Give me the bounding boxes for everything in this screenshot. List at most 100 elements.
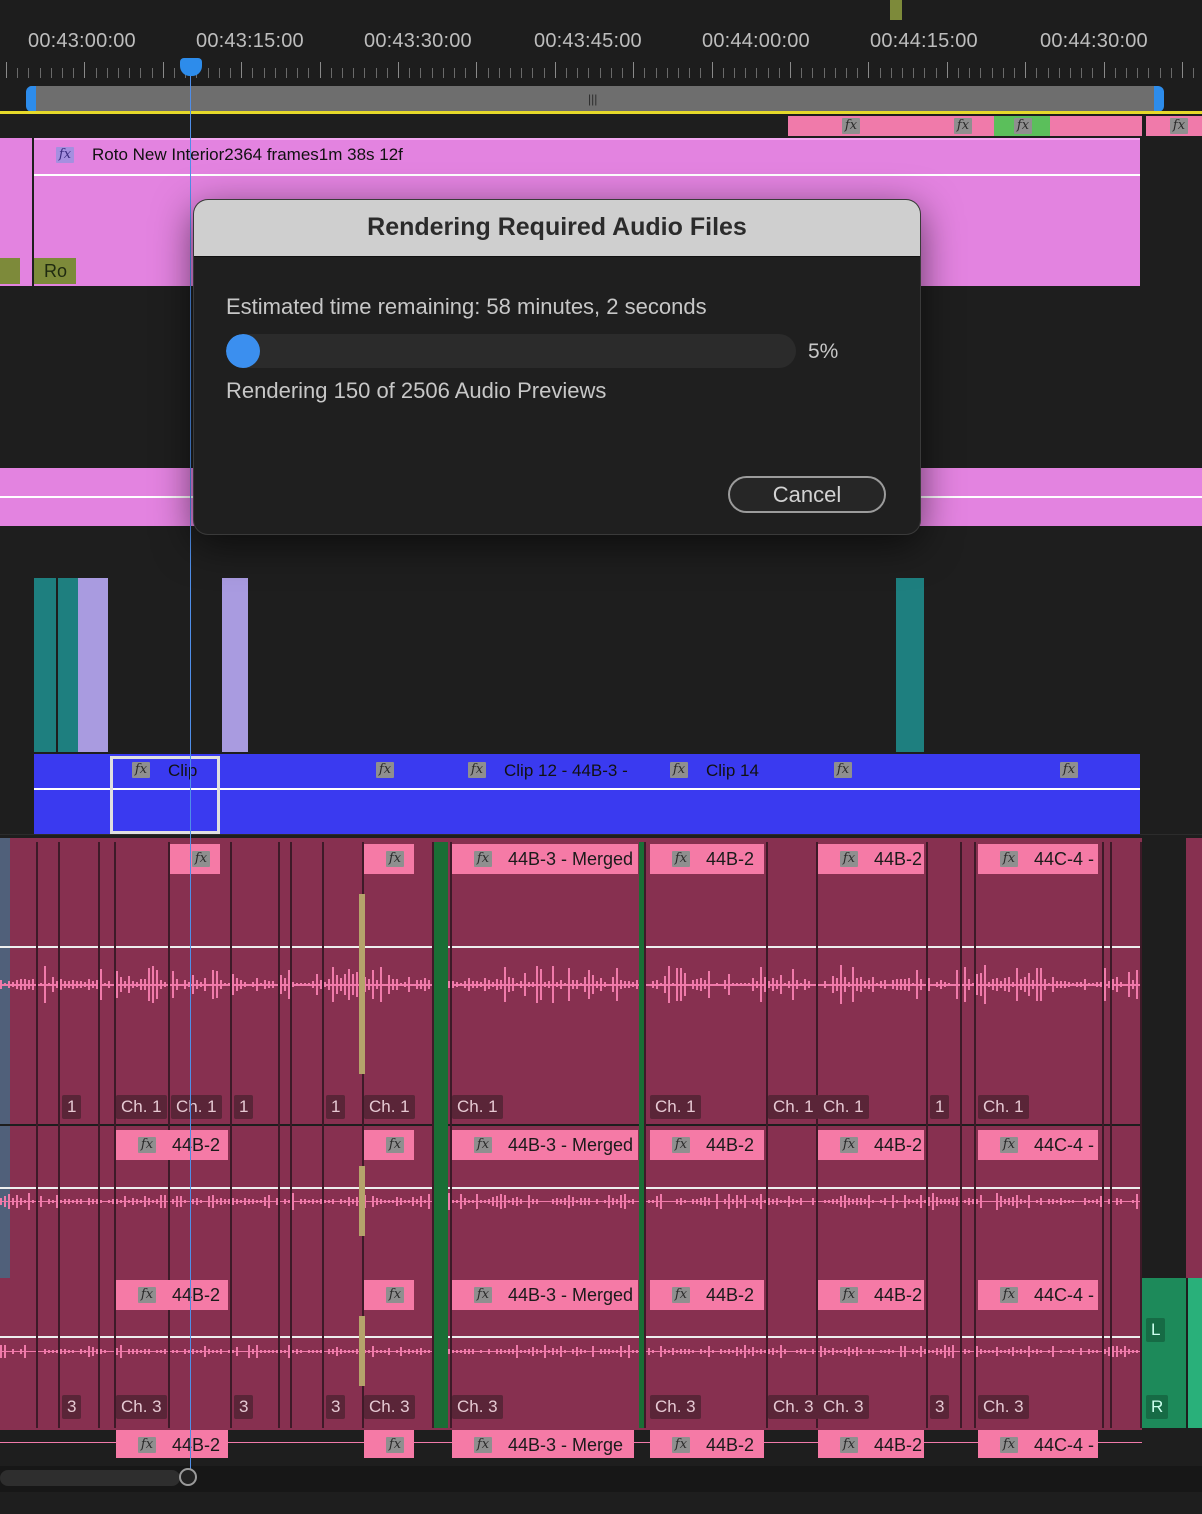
teal-clip[interactable] <box>896 578 924 752</box>
lavender-clip[interactable] <box>78 578 108 752</box>
waveform-peak <box>708 1198 710 1205</box>
transition-marker[interactable] <box>359 1166 365 1236</box>
small-clip-label: Ro <box>44 261 68 281</box>
waveform-peak <box>744 983 746 986</box>
waveform-peak <box>0 1198 2 1205</box>
audio-clip-label: fx 44B-3 - Merged <box>452 844 638 874</box>
audio-clip-label: fx 44B-2 <box>650 1280 764 1310</box>
waveform-peak <box>196 980 198 989</box>
work-area-in-handle[interactable] <box>26 86 36 112</box>
waveform-peak <box>540 1350 542 1353</box>
waveform-peak <box>520 1199 522 1204</box>
waveform-peak <box>4 1345 6 1358</box>
clip-segment[interactable] <box>0 258 20 284</box>
waveform-peak <box>64 1349 66 1354</box>
selected-clip[interactable] <box>110 756 220 834</box>
green-transition[interactable] <box>434 842 448 1428</box>
waveform-peak <box>868 980 870 989</box>
clip-edge[interactable] <box>644 842 646 1428</box>
waveform-peak <box>1124 1346 1126 1357</box>
transition-marker[interactable] <box>359 1316 365 1386</box>
ruler-tick <box>622 68 623 78</box>
waveform-peak <box>272 981 274 988</box>
waveform-peak <box>380 1199 382 1204</box>
waveform-peak <box>888 1349 890 1354</box>
waveform-peak <box>480 982 482 987</box>
time-ruler[interactable]: 00:43:00:00 00:43:15:00 00:43:30:00 00:4… <box>0 0 1202 86</box>
waveform-peak <box>692 980 694 989</box>
waveform-peak <box>956 1197 958 1206</box>
waveform-peak <box>884 1350 886 1353</box>
clip-edge[interactable] <box>36 842 38 1428</box>
cancel-button[interactable]: Cancel <box>728 476 886 513</box>
waveform-peak <box>84 982 86 987</box>
ruler-tick <box>913 68 914 78</box>
waveform-peak <box>464 1198 466 1205</box>
waveform-peak <box>20 1349 22 1354</box>
waveform-peak <box>160 1350 162 1353</box>
clip-edge[interactable] <box>926 842 928 1428</box>
waveform-peak <box>516 983 518 986</box>
ruler-tick <box>163 62 164 78</box>
waveform-peak <box>296 1349 298 1354</box>
waveform-peak <box>872 1349 874 1354</box>
waveform-peak <box>264 1350 266 1353</box>
clip-edge[interactable] <box>1140 842 1142 1428</box>
waveform-peak <box>204 978 206 991</box>
playhead-line[interactable] <box>190 62 191 1482</box>
waveform-peak <box>648 1348 650 1355</box>
teal-clip[interactable] <box>58 578 78 752</box>
lavender-clip[interactable] <box>222 578 248 752</box>
transition-marker[interactable] <box>359 894 365 1074</box>
waveform-peak <box>692 1199 694 1204</box>
waveform-peak <box>536 1349 538 1354</box>
clip-edge[interactable] <box>766 842 768 1428</box>
audio-clip-green[interactable] <box>1188 1278 1202 1428</box>
waveform-peak <box>316 1350 318 1353</box>
clip-edge[interactable] <box>278 842 280 1428</box>
waveform-peak <box>604 1200 606 1203</box>
ruler-tick <box>1126 68 1127 78</box>
scrollbar-thumb[interactable] <box>0 1470 180 1486</box>
playhead-handle[interactable] <box>180 58 202 76</box>
waveform-peak <box>564 1350 566 1353</box>
clip-edge[interactable] <box>1110 842 1112 1428</box>
waveform-peak <box>1020 979 1022 990</box>
waveform-peak <box>12 1349 14 1354</box>
audio-clip-left-edge[interactable] <box>0 838 10 1278</box>
teal-clip[interactable] <box>34 578 56 752</box>
grip-icon[interactable]: ||| <box>588 92 597 106</box>
ruler-tick <box>689 68 690 78</box>
waveform-peak <box>632 982 634 987</box>
waveform-peak <box>340 1349 342 1354</box>
ruler-tick <box>208 68 209 78</box>
audio-clip[interactable] <box>1186 838 1202 1278</box>
zoom-handle[interactable] <box>179 1468 197 1486</box>
waveform-peak <box>856 1198 858 1205</box>
marker[interactable] <box>890 0 902 20</box>
clip-edge[interactable] <box>58 842 60 1428</box>
clip-edge[interactable] <box>230 842 232 1428</box>
waveform-peak <box>472 1200 474 1203</box>
clip-edge[interactable] <box>960 842 962 1428</box>
waveform-peak <box>668 966 670 1003</box>
clip-edge[interactable] <box>974 842 976 1428</box>
waveform-peak <box>948 1347 950 1356</box>
waveform-peak <box>472 981 474 988</box>
waveform-peak <box>272 1350 274 1353</box>
waveform-peak <box>176 1196 178 1207</box>
ruler-tick <box>1014 68 1015 78</box>
work-area-out-handle[interactable] <box>1154 86 1164 112</box>
waveform-peak <box>788 1196 790 1207</box>
waveform-peak <box>8 981 10 988</box>
waveform-peak <box>256 978 258 991</box>
clip-edge[interactable] <box>290 842 292 1428</box>
fx-icon: fx <box>840 1137 858 1153</box>
waveform-peak <box>780 975 782 994</box>
waveform-peak <box>724 1350 726 1353</box>
waveform-peak <box>456 982 458 987</box>
clip-edge[interactable] <box>1102 842 1104 1428</box>
green-transition[interactable] <box>639 842 644 1428</box>
clip-edge[interactable] <box>322 842 324 1428</box>
clip-edge[interactable] <box>98 842 100 1428</box>
